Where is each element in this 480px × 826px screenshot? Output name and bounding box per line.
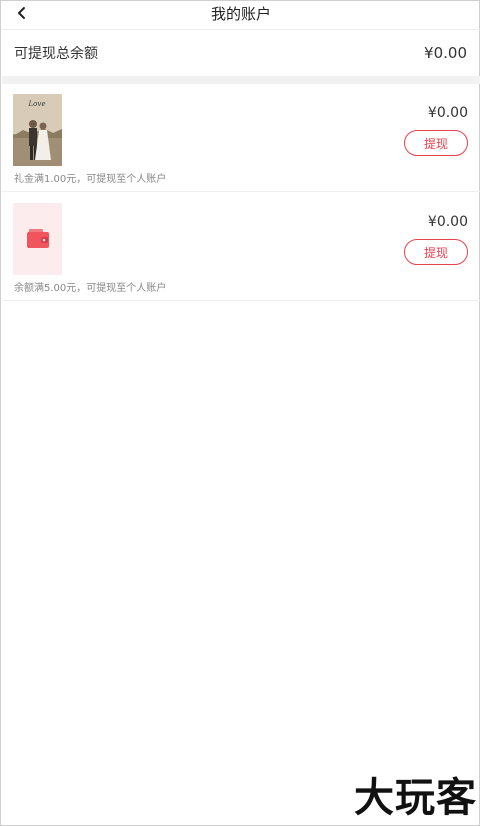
wedding-photo-image: Love xyxy=(13,94,62,166)
app-frame: 我的账户 可提现总余额 ¥0.00 Love ¥0.00 提现 礼金满1.00元… xyxy=(0,0,480,826)
wedding-photo-thumbnail: Love xyxy=(13,94,62,166)
gift-money-note: 礼金满1.00元，可提现至个人账户 xyxy=(14,174,167,185)
withdraw-button[interactable]: 提现 xyxy=(404,239,468,265)
watermark-logo: 大玩客 xyxy=(354,775,477,821)
wallet-icon xyxy=(26,229,49,248)
total-balance-amount: ¥0.00 xyxy=(424,44,467,62)
gift-money-amount: ¥0.00 xyxy=(427,105,468,121)
header: 我的账户 xyxy=(2,1,480,30)
photo-caption: Love xyxy=(28,100,46,108)
section-divider xyxy=(2,76,480,84)
gift-money-card: Love ¥0.00 提现 礼金满1.00元，可提现至个人账户 xyxy=(2,84,480,192)
page-title: 我的账户 xyxy=(210,5,271,23)
withdraw-button[interactable]: 提现 xyxy=(404,130,468,156)
balance-card: ¥0.00 提现 余额满5.00元，可提现至个人账户 xyxy=(2,193,480,301)
total-balance-row: 可提现总余额 ¥0.00 xyxy=(2,30,480,76)
total-balance-label: 可提现总余额 xyxy=(14,46,98,62)
balance-amount: ¥0.00 xyxy=(427,214,468,230)
wallet-thumbnail xyxy=(13,203,62,275)
balance-note: 余额满5.00元，可提现至个人账户 xyxy=(14,283,167,294)
